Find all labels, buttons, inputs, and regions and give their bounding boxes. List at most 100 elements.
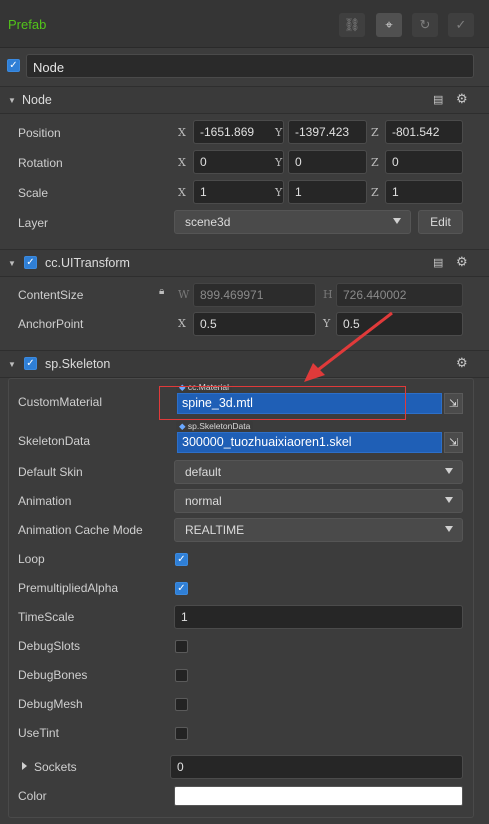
rotation-label: Rotation	[18, 156, 63, 170]
chevron-down-icon	[393, 218, 401, 224]
axis-w-label[interactable]: W	[178, 288, 189, 301]
scale-y-input[interactable]: 1	[288, 180, 367, 204]
uitransform-enabled-checkbox[interactable]: ✓	[24, 256, 37, 269]
debug-mesh-checkbox[interactable]	[175, 698, 188, 711]
scale-x-input[interactable]: 1	[193, 180, 284, 204]
position-y-input[interactable]: -1397.423	[288, 120, 367, 144]
apply-prefab-button[interactable]: ✓	[448, 13, 474, 37]
layer-label: Layer	[18, 216, 49, 230]
asset-browse-button[interactable]: ⇲	[444, 432, 463, 453]
position-label: Position	[18, 126, 61, 140]
axis-h-label[interactable]: H	[323, 288, 333, 301]
cache-mode-value: REALTIME	[185, 523, 245, 537]
chevron-down-icon	[445, 468, 453, 474]
layer-select[interactable]: scene3d	[174, 210, 411, 234]
node-name-input[interactable]: Node	[26, 54, 474, 78]
collapse-triangle-icon[interactable]: ▼	[8, 259, 16, 268]
help-book-icon[interactable]: ▤	[433, 93, 443, 106]
position-z-input[interactable]: -801.542	[385, 120, 463, 144]
debug-bones-label: DebugBones	[18, 668, 88, 682]
premultiplied-alpha-label: PremultipliedAlpha	[18, 581, 119, 595]
chevron-down-icon	[445, 497, 453, 503]
default-skin-label: Default Skin	[18, 465, 83, 479]
cache-mode-select[interactable]: REALTIME	[174, 518, 463, 542]
unlink-icon: ⛓	[343, 17, 361, 32]
axis-y-label[interactable]: Y	[275, 156, 282, 169]
default-skin-select[interactable]: default	[174, 460, 463, 484]
animation-select[interactable]: normal	[174, 489, 463, 513]
rotation-z-input[interactable]: 0	[385, 150, 463, 174]
rotation-x-input[interactable]: 0	[193, 150, 284, 174]
collapse-triangle-icon[interactable]: ▼	[8, 96, 16, 105]
axis-z-label[interactable]: Z	[371, 186, 379, 199]
axis-z-label[interactable]: Z	[371, 156, 379, 169]
axis-x-label[interactable]: X	[178, 156, 186, 169]
skeleton-data-asset-field[interactable]: 300000_tuozhuaixiaoren1.skel	[177, 432, 442, 453]
prefab-title: Prefab	[8, 17, 47, 32]
animation-label: Animation	[18, 494, 72, 508]
content-size-h-input[interactable]: 726.440002	[336, 283, 463, 307]
locate-prefab-button[interactable]: ⌖	[376, 13, 402, 37]
diamond-icon: ◆	[179, 421, 186, 431]
asset-browse-button[interactable]: ⇲	[444, 393, 463, 414]
expand-triangle-icon[interactable]	[22, 762, 27, 770]
axis-z-label[interactable]: Z	[371, 126, 379, 139]
chevron-down-icon	[445, 526, 453, 532]
debug-bones-checkbox[interactable]	[175, 669, 188, 682]
cache-mode-label: Animation Cache Mode	[18, 523, 143, 537]
collapse-triangle-icon[interactable]: ▼	[8, 360, 16, 369]
revert-icon: ↻	[419, 17, 431, 32]
premultiplied-alpha-checkbox[interactable]: ✓	[175, 582, 188, 595]
axis-y-label[interactable]: Y	[275, 186, 282, 199]
color-swatch[interactable]	[174, 786, 463, 806]
node-active-checkbox[interactable]: ✓	[7, 59, 20, 72]
use-tint-label: UseTint	[18, 726, 59, 740]
skeleton-section-title: sp.Skeleton	[45, 357, 111, 371]
revert-prefab-button[interactable]: ↻	[412, 13, 438, 37]
open-asset-icon: ⇲	[448, 437, 459, 449]
uitransform-section-title: cc.UITransform	[45, 256, 130, 270]
loop-label: Loop	[18, 552, 45, 566]
default-skin-value: default	[185, 465, 222, 479]
node-section-header[interactable]	[0, 86, 489, 114]
node-section-title: Node	[22, 93, 52, 107]
skeleton-enabled-checkbox[interactable]: ✓	[24, 357, 37, 370]
target-icon: ⌖	[385, 17, 393, 32]
axis-x-label[interactable]: X	[178, 317, 186, 330]
sockets-label: Sockets	[34, 760, 77, 774]
timescale-input[interactable]: 1	[174, 605, 463, 629]
unlink-prefab-button[interactable]: ⛓	[339, 13, 365, 37]
animation-value: normal	[185, 494, 222, 508]
color-label: Color	[18, 789, 47, 803]
gear-icon[interactable]: ⚙	[456, 91, 468, 107]
check-circle-icon: ✓	[455, 17, 467, 32]
debug-slots-checkbox[interactable]	[175, 640, 188, 653]
axis-x-label[interactable]: X	[178, 186, 186, 199]
sockets-count-input[interactable]: 0	[170, 755, 463, 779]
rotation-y-input[interactable]: 0	[288, 150, 367, 174]
content-size-w-input[interactable]: 899.469971	[193, 283, 316, 307]
timescale-label: TimeScale	[18, 610, 75, 624]
layer-edit-button[interactable]: Edit	[418, 210, 463, 234]
lock-icon[interactable]: 🔒︎	[159, 286, 164, 297]
help-book-icon[interactable]: ▤	[433, 256, 443, 269]
gear-icon[interactable]: ⚙	[456, 355, 468, 371]
gear-icon[interactable]: ⚙	[456, 254, 468, 270]
annotation-arrow	[304, 311, 393, 382]
axis-y-label[interactable]: Y	[275, 126, 282, 139]
use-tint-checkbox[interactable]	[175, 727, 188, 740]
open-asset-icon: ⇲	[448, 398, 459, 410]
loop-checkbox[interactable]: ✓	[175, 553, 188, 566]
layer-value: scene3d	[185, 215, 231, 229]
content-size-label: ContentSize	[18, 288, 84, 302]
debug-mesh-label: DebugMesh	[18, 697, 83, 711]
scale-z-input[interactable]: 1	[385, 180, 463, 204]
asset-type-label: sp.SkeletonData	[187, 421, 251, 431]
custom-material-label: CustomMaterial	[18, 395, 103, 409]
debug-slots-label: DebugSlots	[18, 639, 81, 653]
asset-type-tag: ◆ sp.SkeletonData	[176, 421, 254, 432]
anchor-point-label: AnchorPoint	[18, 317, 84, 331]
position-x-input[interactable]: -1651.869	[193, 120, 284, 144]
skeleton-data-label: SkeletonData	[18, 434, 91, 448]
axis-x-label[interactable]: X	[178, 126, 186, 139]
